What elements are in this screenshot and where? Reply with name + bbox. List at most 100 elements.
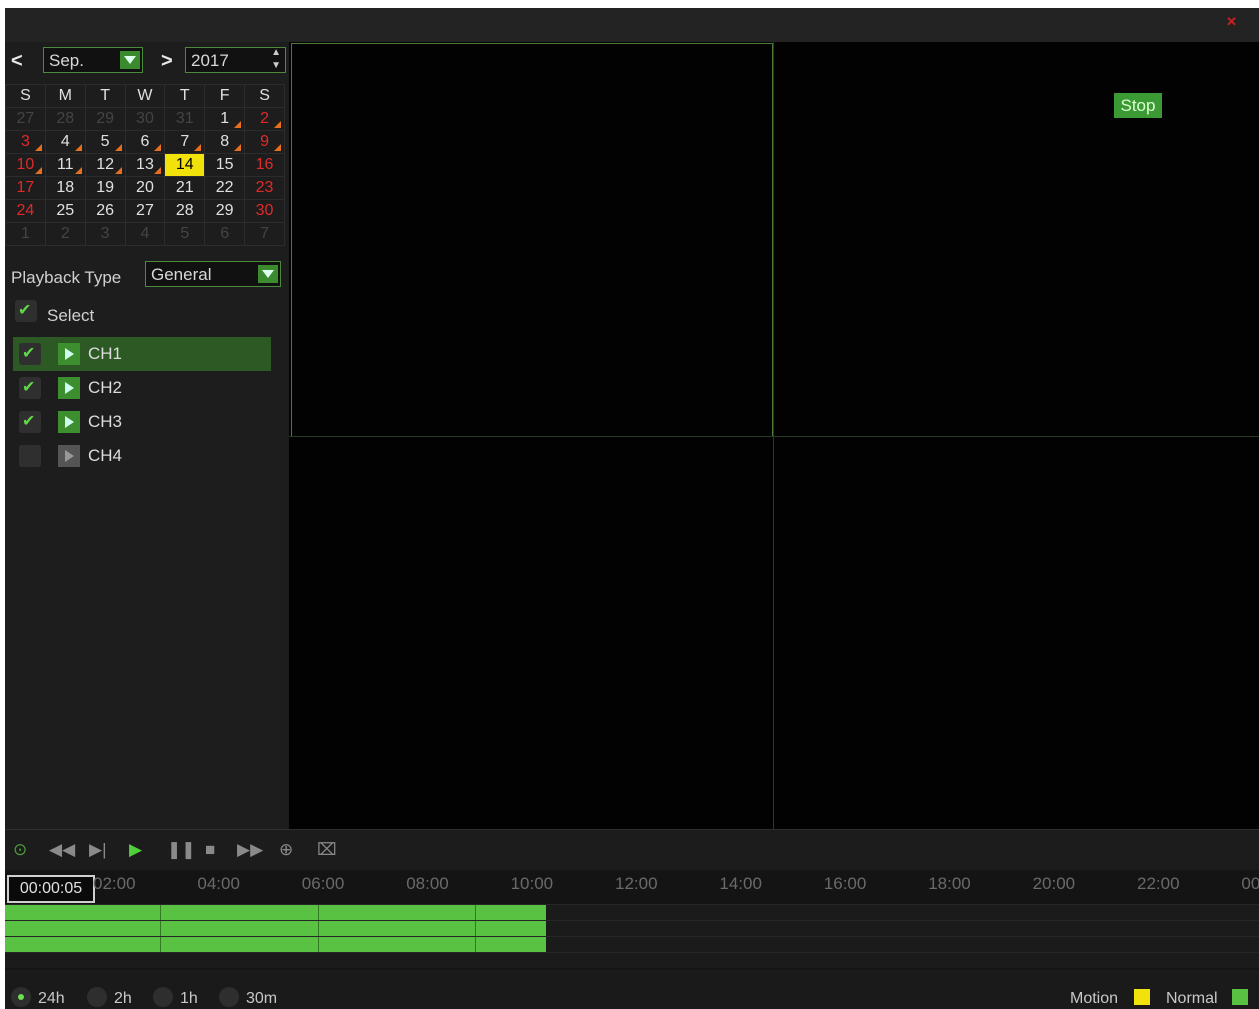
calendar-day[interactable]: 6 xyxy=(204,222,246,246)
calendar-day[interactable]: 28 xyxy=(44,107,86,131)
calendar-day[interactable]: 7 xyxy=(164,130,206,154)
spinner-icon[interactable]: ▲ ▼ xyxy=(271,46,281,72)
zoom-label: 1h xyxy=(180,990,198,1007)
calendar-day[interactable]: 2 xyxy=(44,222,86,246)
calendar-day[interactable]: 8 xyxy=(204,130,246,154)
weekday-header: M xyxy=(44,84,86,108)
month-value: Sep. xyxy=(49,51,84,70)
play-icon[interactable] xyxy=(58,343,80,365)
calendar-day[interactable]: 13 xyxy=(124,153,166,177)
calendar-day[interactable]: 23 xyxy=(244,176,285,200)
calendar-day[interactable]: 30 xyxy=(124,107,166,131)
channel-checkbox[interactable] xyxy=(19,377,41,399)
calendar-day[interactable]: 30 xyxy=(244,199,285,223)
calendar-day[interactable]: 22 xyxy=(204,176,246,200)
record-track[interactable] xyxy=(5,952,1259,968)
calendar-day[interactable]: 29 xyxy=(84,107,126,131)
calendar-day[interactable]: 9 xyxy=(244,130,285,154)
channel-item-ch1[interactable]: CH1 xyxy=(13,337,271,371)
calendar-day[interactable]: 7 xyxy=(244,222,285,246)
channel-label: CH3 xyxy=(88,412,123,431)
title-bar: ✕ xyxy=(5,8,1259,42)
close-icon[interactable]: ✕ xyxy=(1226,14,1237,30)
calendar-day[interactable]: 2 xyxy=(244,107,285,131)
calendar-day[interactable]: 4 xyxy=(124,222,166,246)
stop-button[interactable]: Stop xyxy=(1114,93,1162,118)
rewind-icon[interactable]: ◀◀ xyxy=(49,840,75,860)
playback-type-select[interactable]: General xyxy=(145,261,281,287)
calendar-day[interactable]: 25 xyxy=(44,199,86,223)
chevron-down-icon[interactable] xyxy=(120,51,140,69)
video-pane-ch1[interactable] xyxy=(291,43,773,437)
weekday-header: S xyxy=(244,84,285,108)
cut-icon[interactable]: ⌧ xyxy=(317,840,337,860)
calendar-day[interactable]: 11 xyxy=(44,153,86,177)
playback-type-value: General xyxy=(151,265,212,284)
channel-item-ch3[interactable]: CH3 xyxy=(13,405,271,439)
calendar-day[interactable]: 21 xyxy=(164,176,206,200)
zoom-radio-30m[interactable] xyxy=(219,987,239,1007)
recording-segment[interactable] xyxy=(5,937,546,952)
record-track[interactable] xyxy=(5,904,1259,920)
zoom-radio-24h[interactable] xyxy=(11,987,31,1007)
calendar-day[interactable]: 18 xyxy=(44,176,86,200)
calendar-day[interactable]: 27 xyxy=(124,199,166,223)
calendar-day[interactable]: 24 xyxy=(5,199,46,223)
channel-checkbox[interactable] xyxy=(19,411,41,433)
recording-segment[interactable] xyxy=(5,921,546,936)
zoom-label: 2h xyxy=(114,990,132,1007)
motion-legend-label: Motion xyxy=(1070,990,1119,1007)
calendar-day[interactable]: 28 xyxy=(164,199,206,223)
pause-icon[interactable]: ❚❚ xyxy=(167,840,196,860)
calendar-day[interactable]: 4 xyxy=(44,130,86,154)
calendar-day[interactable]: 3 xyxy=(84,222,126,246)
snapshot-icon[interactable]: ⊙ xyxy=(13,840,27,860)
record-track[interactable] xyxy=(5,920,1259,936)
record-track[interactable] xyxy=(5,936,1259,952)
calendar-day[interactable]: 27 xyxy=(5,107,46,131)
normal-legend-label: Normal xyxy=(1166,990,1218,1007)
recording-segment[interactable] xyxy=(5,905,546,920)
zoom-icon[interactable]: ⊕ xyxy=(279,840,293,860)
calendar-day[interactable]: 17 xyxy=(5,176,46,200)
calendar-day[interactable]: 26 xyxy=(84,199,126,223)
calendar-day[interactable]: 1 xyxy=(5,222,46,246)
channel-item-ch2[interactable]: CH2 xyxy=(13,371,271,405)
calendar-day[interactable]: 31 xyxy=(164,107,206,131)
time-tick: 18:00 xyxy=(928,874,971,893)
next-month-icon[interactable]: > xyxy=(161,50,173,73)
prev-month-icon[interactable]: < xyxy=(11,50,23,73)
play-icon[interactable] xyxy=(58,411,80,433)
year-spinner[interactable]: 2017 ▲ ▼ xyxy=(185,47,286,73)
channel-item-ch4[interactable]: CH4 xyxy=(13,439,271,473)
zoom-radio-1h[interactable] xyxy=(153,987,173,1007)
stop-icon[interactable]: ■ xyxy=(205,840,215,860)
calendar-day[interactable]: 6 xyxy=(124,130,166,154)
calendar-day[interactable]: 1 xyxy=(204,107,246,131)
play-icon[interactable] xyxy=(58,377,80,399)
channel-checkbox[interactable] xyxy=(19,343,41,365)
step-forward-icon[interactable]: ▶| xyxy=(89,840,107,860)
play-icon[interactable]: ▶ xyxy=(129,840,142,860)
calendar-day[interactable]: 12 xyxy=(84,153,126,177)
calendar-day[interactable]: 16 xyxy=(244,153,285,177)
calendar-day[interactable]: 14 xyxy=(164,153,206,177)
calendar-day[interactable]: 10 xyxy=(5,153,46,177)
month-select[interactable]: Sep. xyxy=(43,47,143,73)
calendar-day[interactable]: 5 xyxy=(84,130,126,154)
channel-checkbox[interactable] xyxy=(19,445,41,467)
select-all-checkbox[interactable] xyxy=(15,300,37,322)
timeline[interactable]: 00:00:05 02:00 04:00 06:00 08:00 10:00 12:00 1… xyxy=(5,870,1259,970)
calendar-day[interactable]: 15 xyxy=(204,153,246,177)
fast-forward-icon[interactable]: ▶▶ xyxy=(237,840,263,860)
time-tick: 16:00 xyxy=(823,874,867,893)
calendar-day[interactable]: 3 xyxy=(5,130,46,154)
play-icon[interactable] xyxy=(58,445,80,467)
calendar-day[interactable]: 19 xyxy=(84,176,126,200)
calendar-day[interactable]: 29 xyxy=(204,199,246,223)
zoom-radio-2h[interactable] xyxy=(87,987,107,1007)
zoom-label: 30m xyxy=(246,990,278,1007)
calendar-day[interactable]: 20 xyxy=(124,176,166,200)
chevron-down-icon[interactable] xyxy=(258,265,278,283)
calendar-day[interactable]: 5 xyxy=(164,222,206,246)
